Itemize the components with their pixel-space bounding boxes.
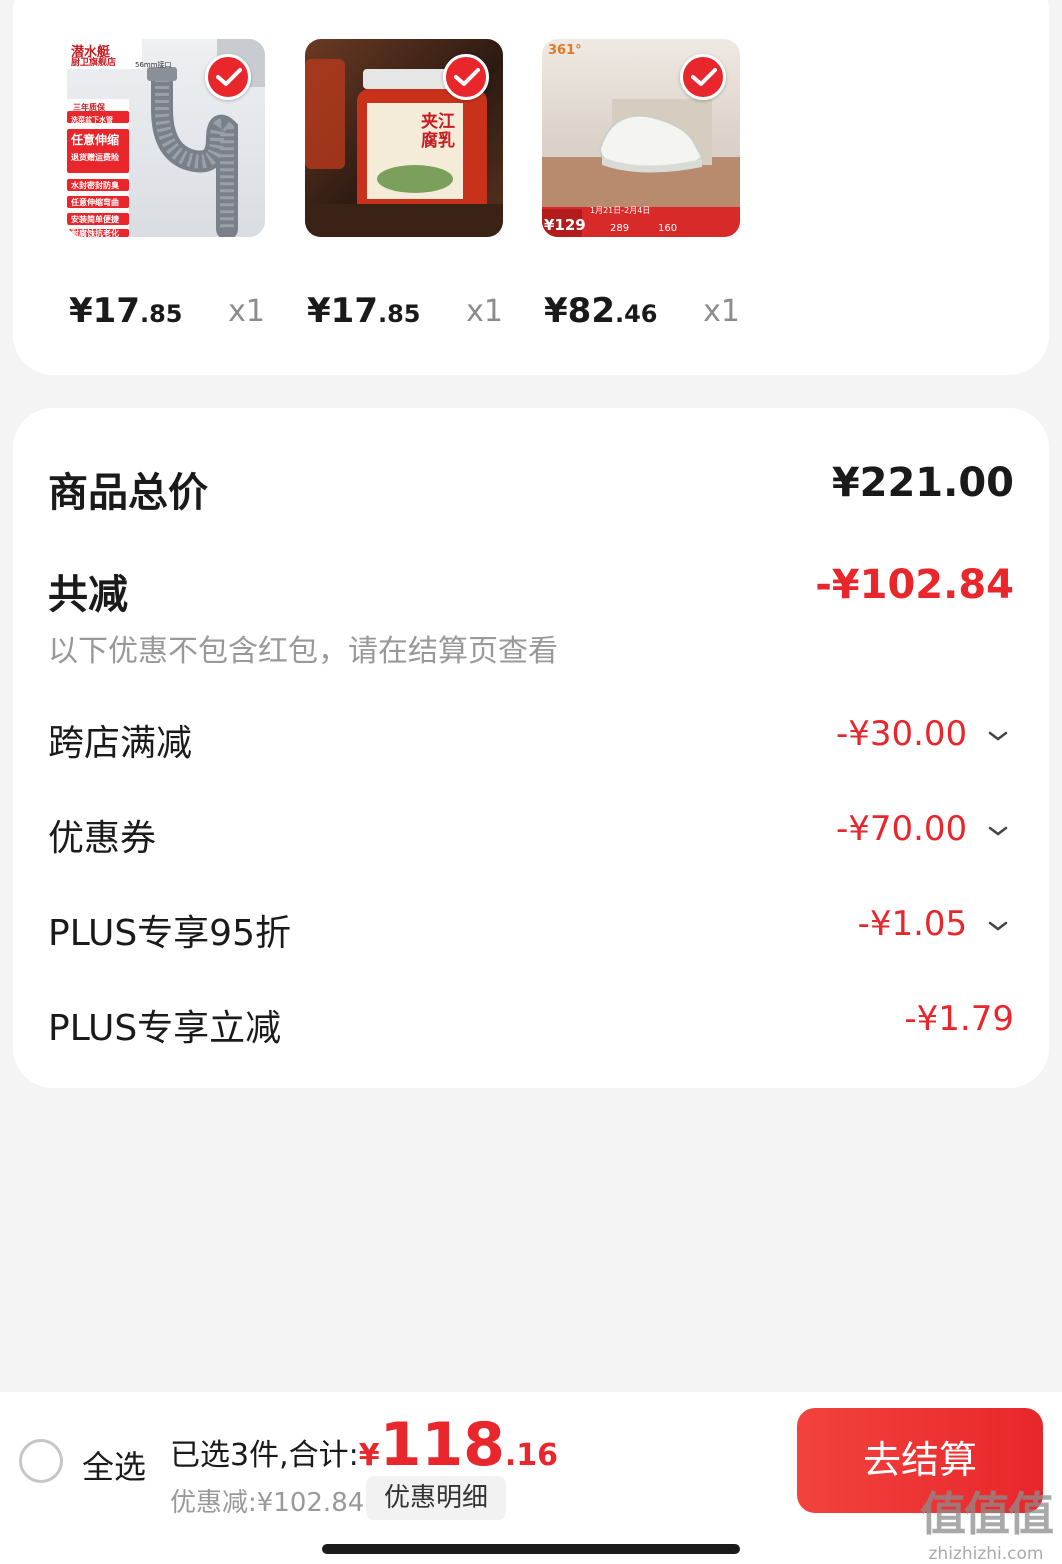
discount-label: PLUS专享立减: [48, 1008, 282, 1049]
discount-label: 优惠券: [48, 818, 157, 859]
discount-value: -¥1.05: [858, 904, 1008, 944]
product-thumbnail-3[interactable]: 361° 1月21日-2月4日 ¥129 289 160: [542, 39, 740, 237]
product-image-promo-dates: 1月21日-2月4日: [590, 206, 651, 215]
product-quantity: x1: [703, 294, 740, 329]
reduction-note-row: 以下优惠不包含红包，请在结算页查看: [48, 626, 1014, 669]
product-image-line: 安装简单便捷: [71, 215, 119, 224]
product-selected-checkbox[interactable]: [680, 54, 726, 100]
product-quantity: x1: [228, 294, 265, 329]
product-image-line: 洗菜盆下水管: [71, 116, 113, 124]
product-quantity: x1: [466, 294, 503, 329]
checkout-bar: 全选 已选3件,合计:¥118.16 优惠减:¥102.84 优惠明细 去结算 …: [0, 1392, 1062, 1564]
product-image-line: 任意伸缩弯曲: [71, 198, 119, 207]
product-image-price: 289: [610, 223, 630, 234]
product-price: ¥17.85: [69, 291, 183, 331]
product-image-caption: 56mm接口: [135, 61, 172, 69]
total-price-label: 商品总价: [48, 470, 208, 516]
total-currency: ¥: [358, 1438, 380, 1473]
product-selected-checkbox[interactable]: [443, 54, 489, 100]
selected-count-text: 已选3件,合计:: [170, 1438, 359, 1473]
select-all-checkbox[interactable]: [19, 1439, 63, 1483]
select-all-label[interactable]: 全选: [82, 1442, 146, 1488]
discount-value: -¥30.00: [836, 714, 1008, 754]
selected-total: 已选3件,合计:¥118.16: [170, 1410, 558, 1480]
product-selected-checkbox[interactable]: [205, 54, 251, 100]
product-image-line: 任意伸缩: [71, 133, 120, 147]
watermark-url: zhizhizhi.com: [928, 1544, 1044, 1564]
reduction-note: 以下优惠不包含红包，请在结算页查看: [48, 634, 558, 669]
product-price: ¥17.85: [307, 291, 421, 331]
total-reduction-label: 共减: [48, 572, 128, 618]
discount-label: PLUS专享95折: [48, 913, 291, 954]
watermark: 值值值 zhizhizhi.com: [920, 1478, 1054, 1564]
checkmark-icon: [216, 68, 242, 86]
product-image-subtitle: 厨卫旗舰店: [71, 58, 117, 68]
product-thumbnail-1[interactable]: 潜水艇 厨卫旗舰店 56mm接口 三年质保 洗菜盆下水管 任意伸缩 退货赠运费险…: [67, 39, 265, 237]
product-image-badge: 三年质保: [73, 103, 105, 112]
total-amount-integer: 118: [379, 1410, 505, 1480]
total-reduction-row: 共减 -¥102.84: [48, 562, 1014, 618]
home-indicator[interactable]: [322, 1544, 740, 1554]
chevron-down-icon[interactable]: [988, 825, 1008, 837]
total-reduction-value: -¥102.84: [815, 562, 1014, 608]
product-price: ¥82.46: [544, 291, 658, 331]
product-image-title: 夹江腐乳: [421, 112, 455, 151]
product-image-brand: 361°: [548, 43, 582, 58]
product-image-price: 160: [658, 223, 678, 234]
product-image-promo-price: ¥129: [544, 216, 586, 234]
discount-row-plus-95[interactable]: PLUS专享95折 -¥1.05: [48, 904, 1014, 954]
discount-detail-button[interactable]: 优惠明细: [366, 1476, 507, 1520]
discount-value: -¥1.79: [904, 999, 1014, 1039]
watermark-logo: 值值值: [920, 1487, 1054, 1541]
checkmark-icon: [691, 68, 717, 86]
discount-row-plus-instant: PLUS专享立减 -¥1.79: [48, 999, 1014, 1049]
saved-amount: 优惠减:¥102.84: [170, 1488, 365, 1518]
product-image-line: 水封密封防臭: [71, 181, 119, 190]
chevron-down-icon[interactable]: [988, 920, 1008, 932]
product-image-line: 耐腐蚀抗老化: [71, 229, 119, 237]
discount-row-cross-store[interactable]: 跨店满减 -¥30.00: [48, 714, 1014, 764]
discount-value: -¥70.00: [836, 809, 1008, 849]
product-image-line: 退货赠运费险: [71, 153, 119, 162]
selected-products-card: 潜水艇 厨卫旗舰店 56mm接口 三年质保 洗菜盆下水管 任意伸缩 退货赠运费险…: [13, 0, 1049, 375]
checkmark-icon: [454, 68, 480, 86]
discount-row-coupon[interactable]: 优惠券 -¥70.00: [48, 809, 1014, 859]
total-price-value: ¥221.00: [831, 460, 1014, 506]
product-thumbnail-2[interactable]: 夹江腐乳: [305, 39, 503, 237]
total-amount-decimal: .16: [504, 1438, 559, 1473]
discount-label: 跨店满减: [48, 723, 193, 764]
chevron-down-icon[interactable]: [988, 730, 1008, 742]
price-summary-card: 商品总价 ¥221.00 共减 -¥102.84 以下优惠不包含红包，请在结算页…: [13, 408, 1049, 1088]
total-price-row: 商品总价 ¥221.00: [48, 460, 1014, 516]
